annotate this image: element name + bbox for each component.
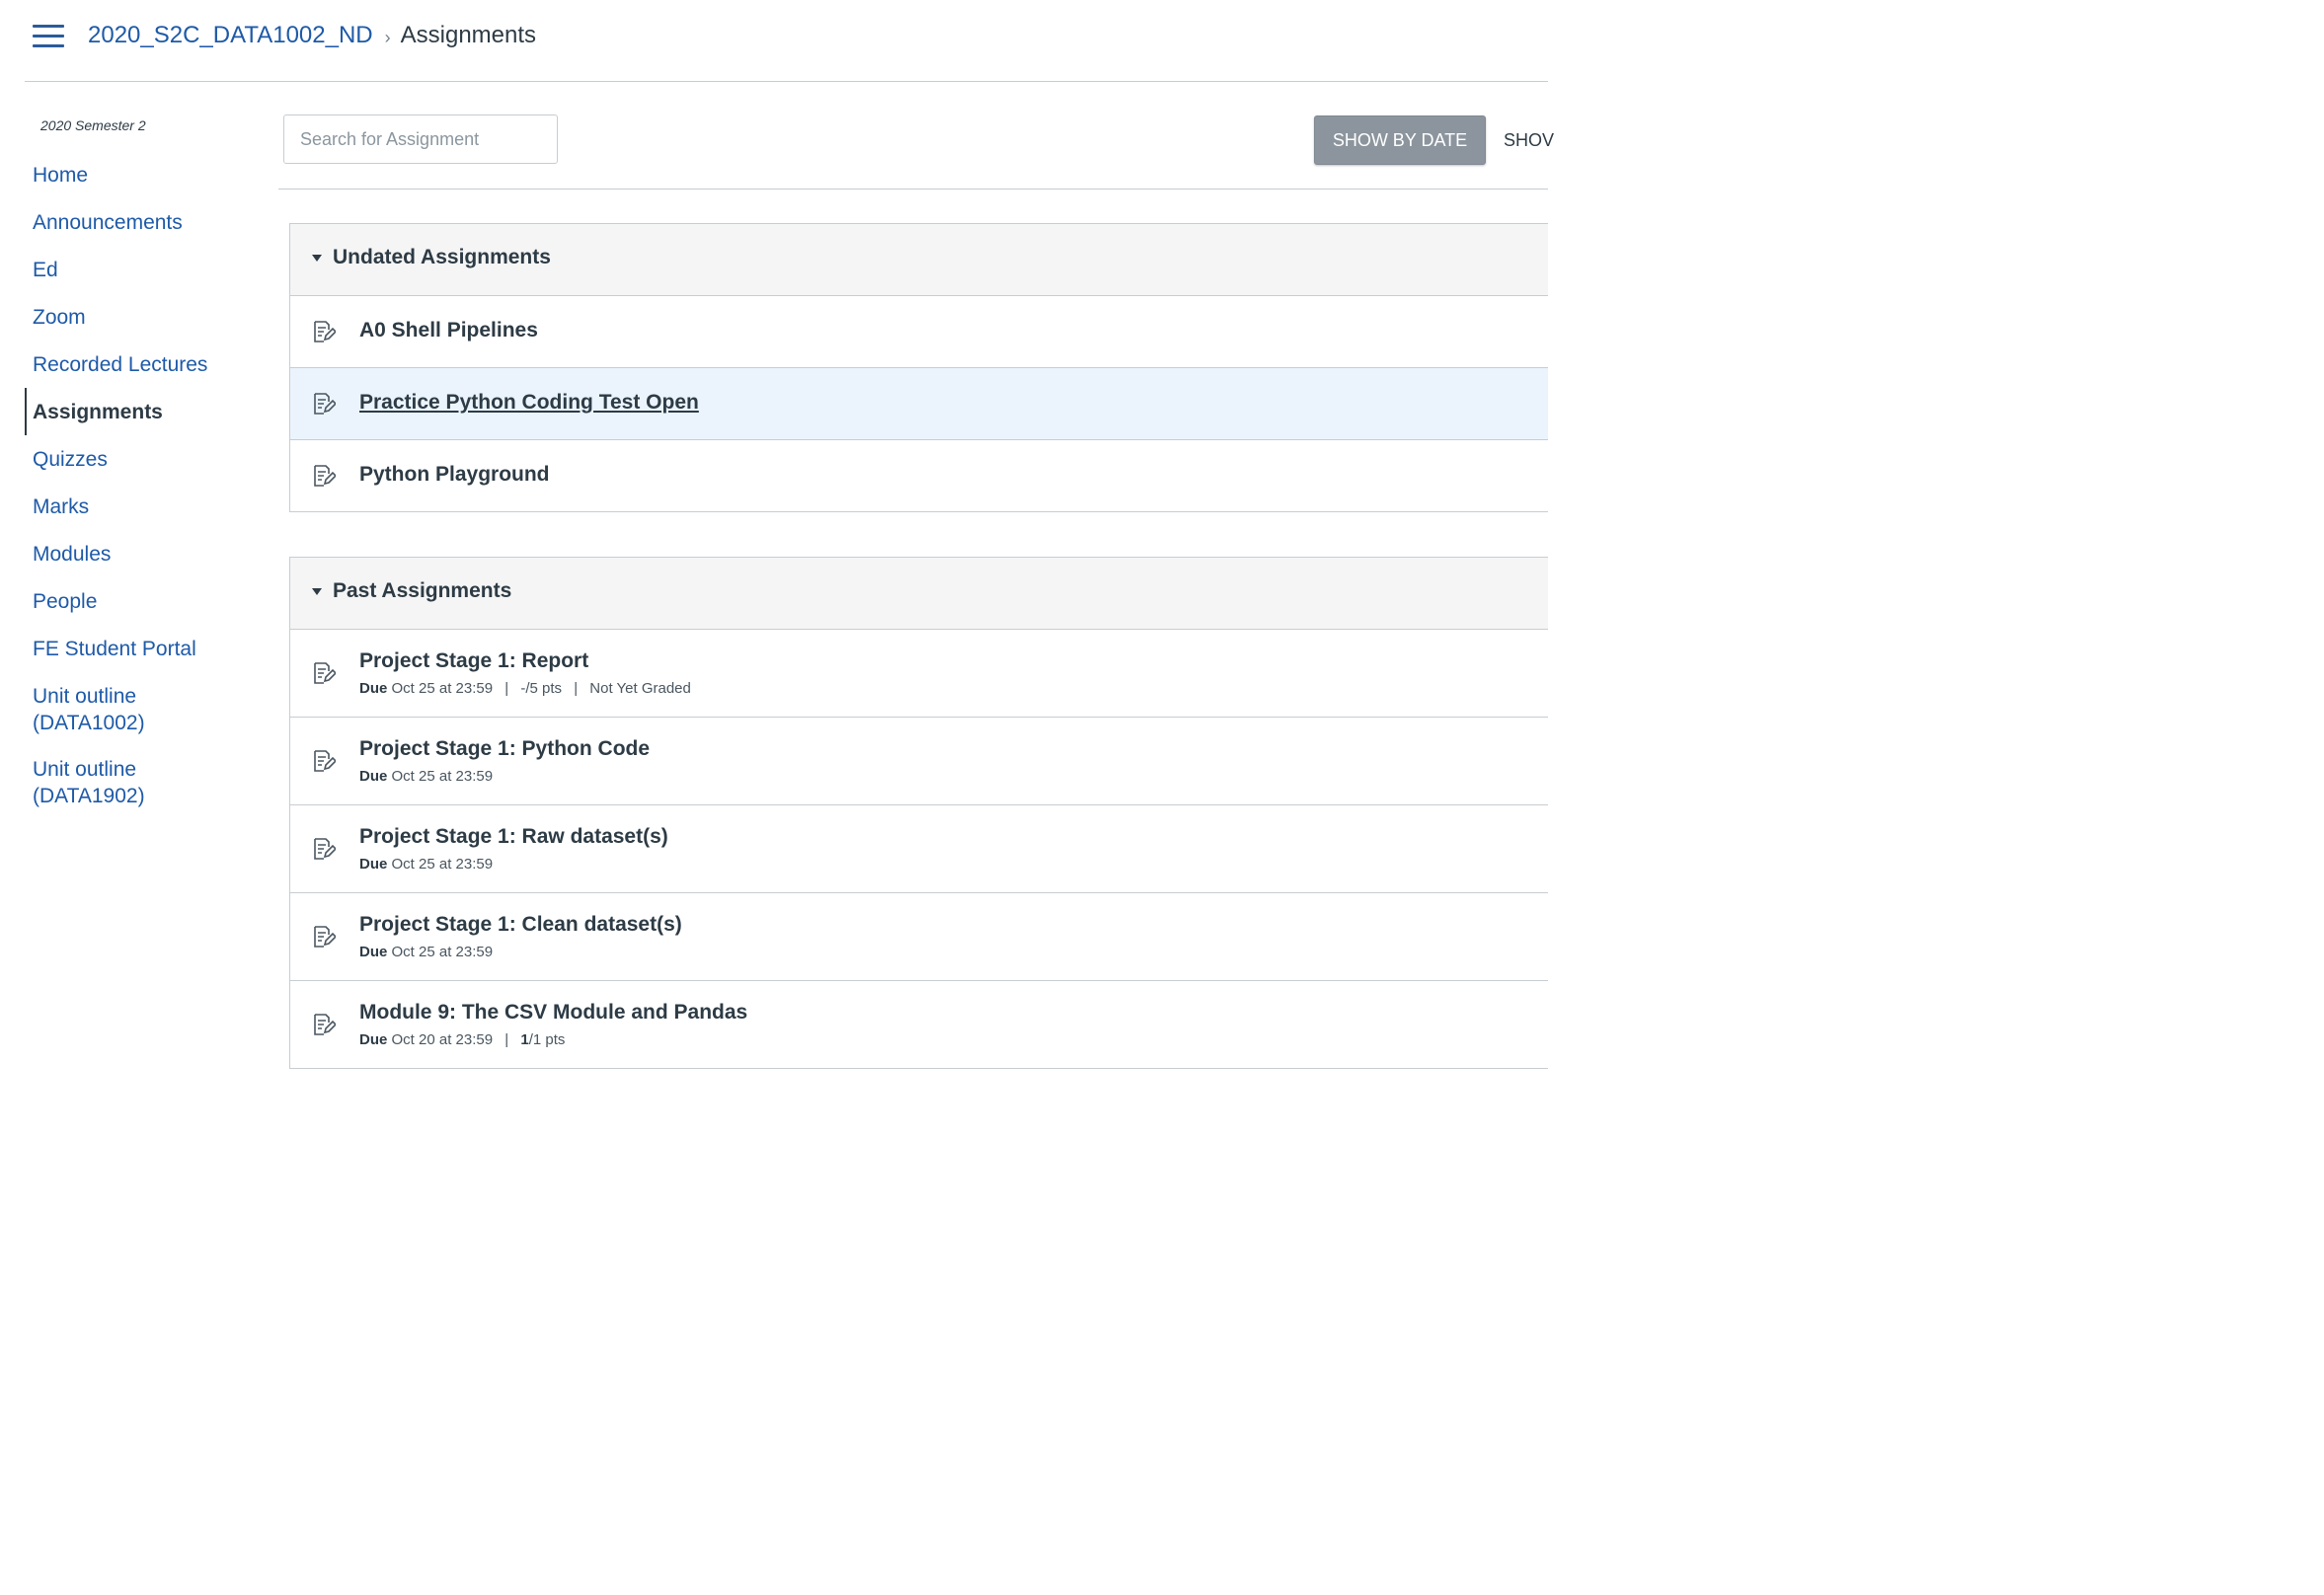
- points: -/5 pts: [520, 680, 563, 697]
- assignment-title-link[interactable]: Project Stage 1: Clean dataset(s): [359, 913, 682, 937]
- caret-down-icon: [312, 588, 322, 595]
- sidebar-item-quizzes[interactable]: Quizzes: [33, 446, 108, 473]
- assignment-row[interactable]: Python Playground: [290, 440, 1548, 512]
- assignment-row[interactable]: Project Stage 1: Raw dataset(s) Due Oct …: [290, 805, 1548, 893]
- caret-down-icon: [312, 255, 322, 262]
- due-date: Oct 25 at 23:59: [391, 680, 494, 697]
- assignment-icon: [314, 393, 336, 415]
- assignment-icon: [314, 838, 336, 860]
- sidebar-item-assignments[interactable]: Assignments: [33, 399, 163, 425]
- assignment-meta: Due Oct 25 at 23:59 | -/5 pts | Not Yet …: [359, 680, 691, 697]
- assignment-row[interactable]: Module 9: The CSV Module and Pandas Due …: [290, 981, 1548, 1069]
- sidebar-item-label: Unit outline: [33, 758, 137, 781]
- assignment-title-link[interactable]: Project Stage 1: Report: [359, 649, 588, 673]
- sidebar-item-label: (DATA1002): [33, 712, 145, 734]
- assignment-row[interactable]: Project Stage 1: Report Due Oct 25 at 23…: [290, 630, 1548, 718]
- assignment-title-link[interactable]: A0 Shell Pipelines: [359, 319, 538, 342]
- sidebar-item-modules[interactable]: Modules: [33, 541, 111, 568]
- score: 1: [520, 1031, 529, 1048]
- sidebar-item-marks[interactable]: Marks: [33, 494, 89, 520]
- group-header[interactable]: Past Assignments: [290, 558, 1548, 630]
- sidebar-item-unit-outline-data1002[interactable]: Unit outline (DATA1002): [33, 683, 145, 736]
- assignment-row[interactable]: Practice Python Coding Test Open: [290, 368, 1548, 440]
- assignment-icon: [314, 465, 336, 487]
- assignment-row[interactable]: A0 Shell Pipelines: [290, 296, 1548, 368]
- global-header: 2020_S2C_DATA1002_ND › Assignments: [0, 0, 1548, 81]
- group-header[interactable]: Undated Assignments: [290, 224, 1548, 296]
- search-input[interactable]: [283, 114, 558, 164]
- assignment-row[interactable]: Project Stage 1: Python Code Due Oct 25 …: [290, 718, 1548, 805]
- assignment-icon: [314, 321, 336, 342]
- sidebar-item-people[interactable]: People: [33, 588, 97, 615]
- due-label: Due: [359, 768, 388, 785]
- breadcrumb: 2020_S2C_DATA1002_ND › Assignments: [88, 20, 536, 51]
- sidebar-item-zoom[interactable]: Zoom: [33, 304, 86, 331]
- assignment-icon: [314, 750, 336, 772]
- assignment-title-link[interactable]: Project Stage 1: Raw dataset(s): [359, 825, 668, 849]
- grade-status: Not Yet Graded: [589, 680, 691, 697]
- term-label: 2020 Semester 2: [40, 117, 146, 133]
- due-label: Due: [359, 856, 388, 873]
- sidebar-item-announcements[interactable]: Announcements: [33, 209, 183, 236]
- sidebar-item-label: Unit outline: [33, 685, 137, 708]
- assignment-title-link[interactable]: Practice Python Coding Test Open: [359, 391, 699, 415]
- due-date: Oct 25 at 23:59: [391, 856, 494, 873]
- sidebar-item-unit-outline-data1902[interactable]: Unit outline (DATA1902): [33, 756, 145, 809]
- hamburger-menu-icon[interactable]: [33, 24, 64, 47]
- assignment-icon: [314, 926, 336, 948]
- assignment-meta: Due Oct 25 at 23:59: [359, 944, 493, 960]
- due-date: Oct 25 at 23:59: [391, 768, 494, 785]
- due-date: Oct 25 at 23:59: [391, 944, 494, 960]
- course-navigation: 2020 Semester 2 Home Announcements Ed Zo…: [0, 82, 267, 1062]
- due-label: Due: [359, 1031, 388, 1048]
- assignment-title-link[interactable]: Module 9: The CSV Module and Pandas: [359, 1001, 747, 1025]
- due-label: Due: [359, 680, 388, 697]
- points: /1 pts: [528, 1031, 566, 1048]
- due-label: Due: [359, 944, 388, 960]
- assignment-meta: Due Oct 25 at 23:59: [359, 768, 493, 785]
- breadcrumb-course-link[interactable]: 2020_S2C_DATA1002_ND: [88, 22, 373, 49]
- sidebar-item-home[interactable]: Home: [33, 162, 88, 189]
- breadcrumb-chevron-icon: ›: [384, 27, 391, 47]
- show-by-type-button[interactable]: SHOV: [1504, 115, 1554, 165]
- assignment-group-undated: Undated Assignments A0 Shell Pipelines P…: [289, 223, 1548, 512]
- sidebar-item-fe-student-portal[interactable]: FE Student Portal: [33, 636, 196, 662]
- assignment-group-past: Past Assignments Project Stage 1: Report…: [289, 557, 1548, 1069]
- sidebar-item-label: (DATA1902): [33, 785, 145, 807]
- sidebar-item-recorded-lectures[interactable]: Recorded Lectures: [33, 351, 207, 378]
- group-title: Undated Assignments: [333, 246, 551, 268]
- show-by-date-button[interactable]: SHOW BY DATE: [1314, 115, 1486, 165]
- group-title: Past Assignments: [333, 579, 512, 602]
- assignment-row[interactable]: Project Stage 1: Clean dataset(s) Due Oc…: [290, 893, 1548, 981]
- active-indicator: [25, 388, 27, 435]
- toolbar-divider: [278, 189, 1548, 190]
- assignment-meta: Due Oct 20 at 23:59 | 1/1 pts: [359, 1031, 566, 1048]
- assignment-title-link[interactable]: Project Stage 1: Python Code: [359, 737, 650, 761]
- assignment-meta: Due Oct 25 at 23:59: [359, 856, 493, 873]
- sidebar-item-ed[interactable]: Ed: [33, 257, 58, 283]
- assignment-title-link[interactable]: Python Playground: [359, 463, 550, 487]
- due-date: Oct 20 at 23:59: [391, 1031, 494, 1048]
- assignment-icon: [314, 662, 336, 684]
- breadcrumb-current: Assignments: [400, 22, 537, 48]
- assignment-icon: [314, 1014, 336, 1035]
